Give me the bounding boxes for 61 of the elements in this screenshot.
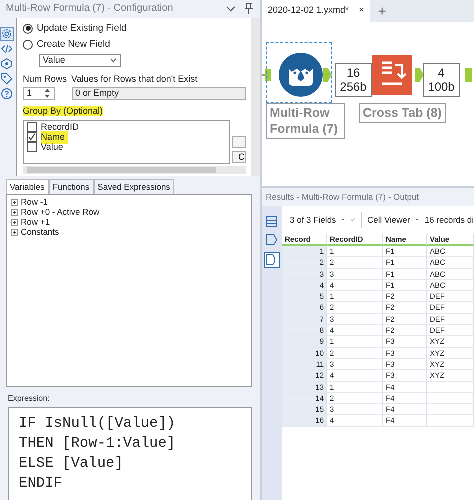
fields-dropdown[interactable]: 3 of 3 Fields (290, 214, 336, 226)
checkbox[interactable] (27, 122, 37, 132)
empty-cell (427, 404, 474, 416)
expression-label: Expression: (8, 392, 51, 405)
input-anchor-icon (265, 69, 271, 81)
help-icon[interactable] (1, 88, 13, 100)
tab[interactable]: Variables (6, 178, 49, 194)
workflow-tab[interactable]: 2020-12-02 1.yxmd* × (262, 0, 370, 22)
expand-icon[interactable] (11, 208, 18, 216)
table-view-icon[interactable] (266, 216, 278, 228)
field-dropdown[interactable]: Value (39, 54, 121, 68)
radio-option[interactable]: Create New Field (23, 38, 110, 52)
code-icon[interactable] (1, 42, 13, 55)
empty-cell (427, 382, 474, 393)
chevron-down-icon[interactable] (226, 4, 236, 13)
tag-icon[interactable] (1, 72, 13, 85)
side-button[interactable]: C (232, 150, 246, 163)
record-count-badge: 16 256b (335, 63, 372, 97)
new-tab-button[interactable]: + (370, 0, 394, 22)
viewer-dropdown[interactable]: Cell Viewer (367, 214, 410, 226)
expand-icon[interactable] (11, 228, 18, 236)
hexagon-icon[interactable] (1, 58, 13, 70)
vertical-scrollbar[interactable] (251, 18, 260, 176)
spinner-arrows-icon[interactable] (44, 88, 51, 99)
tag-icon[interactable] (266, 234, 278, 246)
tree-item[interactable]: Row +0 - Active Row (21, 206, 100, 219)
cross-tab-icon[interactable] (372, 55, 412, 95)
checkmark-icon[interactable] (350, 216, 356, 224)
node-label: Cross Tab (8) (359, 103, 446, 123)
node-label: Multi-Row Formula (7) (266, 103, 345, 139)
pin-icon[interactable] (244, 2, 254, 15)
radio-option[interactable]: Update Existing Field (23, 22, 127, 36)
horizontal-scrollbar[interactable] (23, 166, 246, 174)
expression-editor[interactable]: IF IsNull([Value]) THEN [Row-1:Value] ELSE [Value] ENDIF (8, 406, 252, 500)
settings-icon[interactable] (1, 28, 13, 40)
panel-title: Multi-Row Formula (7) - Configuration (6, 2, 174, 16)
tree-item[interactable]: Row +1 (21, 216, 50, 229)
checkbox[interactable] (27, 132, 37, 142)
record-count-badge: 4 100b (423, 63, 460, 97)
expand-icon[interactable] (11, 218, 18, 226)
caret-icon[interactable] (416, 218, 419, 222)
multi-row-formula-icon[interactable] (278, 52, 324, 98)
caret-icon (110, 58, 117, 64)
checkbox[interactable] (27, 142, 37, 152)
field-label: Num Rows (23, 73, 68, 86)
group-by-label: Group By (Optional) (23, 106, 104, 116)
field-label: Values for Rows that don't Exist (72, 73, 199, 86)
tree-item[interactable]: Row -1 (21, 196, 48, 209)
tab[interactable]: Saved Expressions (94, 178, 174, 194)
field-option[interactable]: Name (41, 130, 68, 144)
empty-cell (427, 415, 474, 427)
expand-icon[interactable] (11, 198, 18, 206)
num-rows-spinner[interactable]: 1 (23, 86, 55, 100)
close-icon[interactable]: × (359, 4, 364, 18)
tree-item[interactable]: Constants (21, 226, 60, 239)
missing-rows-field[interactable]: 0 or Empty (72, 86, 246, 100)
empty-cell (427, 392, 474, 404)
results-title: Results - Multi-Row Formula (7) - Output (266, 190, 420, 204)
caret-icon[interactable] (342, 218, 345, 222)
record-count-text: 16 records di (424, 214, 474, 226)
tab[interactable]: Functions (48, 178, 94, 194)
